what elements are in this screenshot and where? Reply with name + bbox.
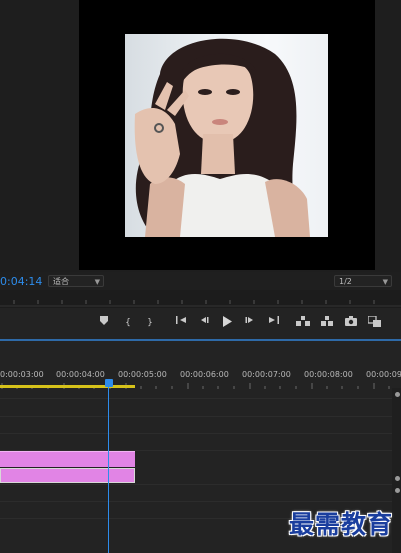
playhead-timecode[interactable]: 0:04:14 — [0, 275, 42, 288]
track-divider — [0, 484, 392, 485]
zoom-level-dropdown[interactable]: 适合 ▼ — [48, 275, 104, 287]
watermark-logo: 最需教育 — [288, 510, 393, 539]
add-marker-button[interactable] — [97, 316, 111, 330]
lift-button[interactable] — [296, 316, 310, 330]
go-to-in-button[interactable] — [174, 316, 188, 330]
marker-icon — [97, 316, 111, 325]
camera-icon — [344, 316, 358, 326]
comparison-view-button[interactable] — [367, 316, 381, 330]
video-preview-image — [125, 34, 328, 237]
video-clip[interactable] — [0, 451, 135, 467]
timeline-scrollbar[interactable] — [392, 388, 401, 553]
mark-out-icon: } — [147, 318, 153, 328]
mark-in-icon: { — [125, 318, 131, 328]
step-back-icon — [197, 316, 211, 324]
play-button[interactable] — [220, 316, 234, 330]
zoom-level-value: 适合 — [53, 277, 69, 286]
playhead-line[interactable] — [108, 386, 109, 553]
track-divider — [0, 416, 392, 417]
playback-resolution-dropdown[interactable]: 1/2 ▼ — [334, 275, 392, 287]
step-forward-button[interactable] — [243, 316, 257, 330]
go-to-in-icon — [174, 316, 188, 324]
track-divider — [0, 398, 392, 399]
lift-icon — [296, 316, 310, 326]
audio-clip[interactable] — [0, 468, 135, 483]
export-frame-button[interactable] — [344, 316, 358, 330]
work-area-bar[interactable] — [0, 385, 135, 388]
extract-button[interactable] — [320, 316, 334, 330]
scroll-handle[interactable] — [395, 488, 400, 493]
resolution-value: 1/2 — [339, 277, 352, 286]
chevron-down-icon: ▼ — [94, 278, 100, 286]
track-divider — [0, 501, 392, 502]
mark-in-button[interactable]: { — [121, 316, 135, 330]
extract-icon — [320, 316, 334, 326]
go-to-out-button[interactable] — [266, 316, 280, 330]
track-divider — [0, 433, 392, 434]
scroll-handle[interactable] — [395, 392, 400, 397]
step-forward-icon — [243, 316, 257, 324]
scroll-handle[interactable] — [395, 476, 400, 481]
monitor-time-ruler[interactable] — [0, 290, 401, 308]
play-icon — [220, 316, 234, 327]
comparison-view-icon — [367, 316, 381, 327]
chevron-down-icon: ▼ — [382, 278, 388, 286]
go-to-out-icon — [266, 316, 280, 324]
playhead-handle[interactable] — [105, 379, 113, 387]
step-back-button[interactable] — [197, 316, 211, 330]
mark-out-button[interactable]: } — [143, 316, 157, 330]
